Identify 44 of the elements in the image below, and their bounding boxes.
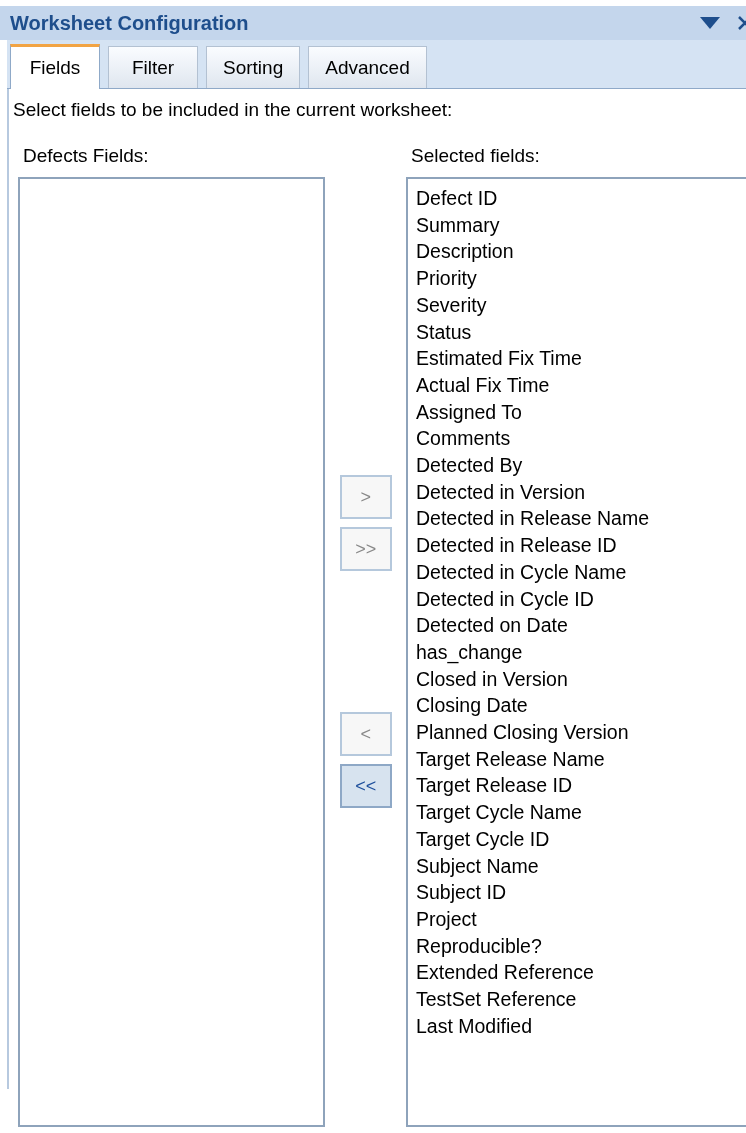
list-item[interactable]: Target Release Name <box>416 745 746 773</box>
list-item[interactable]: Closing Date <box>416 692 746 720</box>
instruction-text: Select fields to be included in the current worksheet: <box>12 98 454 121</box>
list-label: Selected fields: <box>411 145 541 167</box>
window-title: Worksheet Configuration <box>10 11 249 35</box>
list-item[interactable]: Severity <box>416 291 746 319</box>
tab[interactable]: Filter <box>108 46 198 88</box>
list-item[interactable]: Last Modified <box>416 1012 746 1040</box>
list-item[interactable]: Summary <box>416 211 746 239</box>
list-label: Defects Fields: <box>23 145 150 167</box>
available-fields-list[interactable] <box>18 177 326 1127</box>
selected-fields-list[interactable] <box>406 177 746 1127</box>
tab[interactable]: Sorting <box>206 46 301 88</box>
move-button[interactable]: << <box>339 764 392 808</box>
list-item[interactable]: Defect ID <box>416 185 746 212</box>
list-item[interactable]: Target Cycle Name <box>416 799 746 826</box>
dropdown-icon[interactable] <box>700 17 720 29</box>
list-item[interactable]: Assigned To <box>416 398 746 426</box>
list-item[interactable]: Detected in Release Name <box>416 505 746 533</box>
list-item[interactable]: Comments <box>416 425 746 453</box>
list-item[interactable]: Detected in Cycle Name <box>416 558 746 586</box>
list-item[interactable]: Reproducible? <box>416 932 746 960</box>
list-item[interactable]: Detected in Release ID <box>416 532 746 559</box>
list-item[interactable]: Planned Closing Version <box>416 719 746 746</box>
list-item[interactable]: Status <box>416 318 746 346</box>
list-item[interactable]: has_change <box>416 638 746 666</box>
tab[interactable]: Fields <box>10 44 100 89</box>
list-item[interactable]: Detected in Version <box>416 478 746 506</box>
list-item[interactable]: Actual Fix Time <box>416 371 746 399</box>
list-item[interactable]: Detected in Cycle ID <box>416 585 746 613</box>
list-item[interactable]: TestSet Reference <box>416 986 746 1013</box>
list-item[interactable]: Extended Reference <box>416 959 746 987</box>
list-item[interactable]: Priority <box>416 265 746 292</box>
tab[interactable]: Advanced <box>308 46 427 88</box>
list-item[interactable]: Estimated Fix Time <box>416 345 746 372</box>
list-item[interactable]: Target Cycle ID <box>416 825 746 853</box>
list-item[interactable]: Project <box>416 906 746 933</box>
list-item[interactable]: Subject ID <box>416 879 746 906</box>
list-item[interactable]: Target Release ID <box>416 772 746 800</box>
list-item[interactable]: Closed in Version <box>416 665 746 693</box>
list-item[interactable]: Detected on Date <box>416 612 746 639</box>
list-item[interactable]: Description <box>416 238 746 266</box>
list-item[interactable]: Subject Name <box>416 852 746 880</box>
list-item[interactable]: Detected By <box>416 452 746 479</box>
